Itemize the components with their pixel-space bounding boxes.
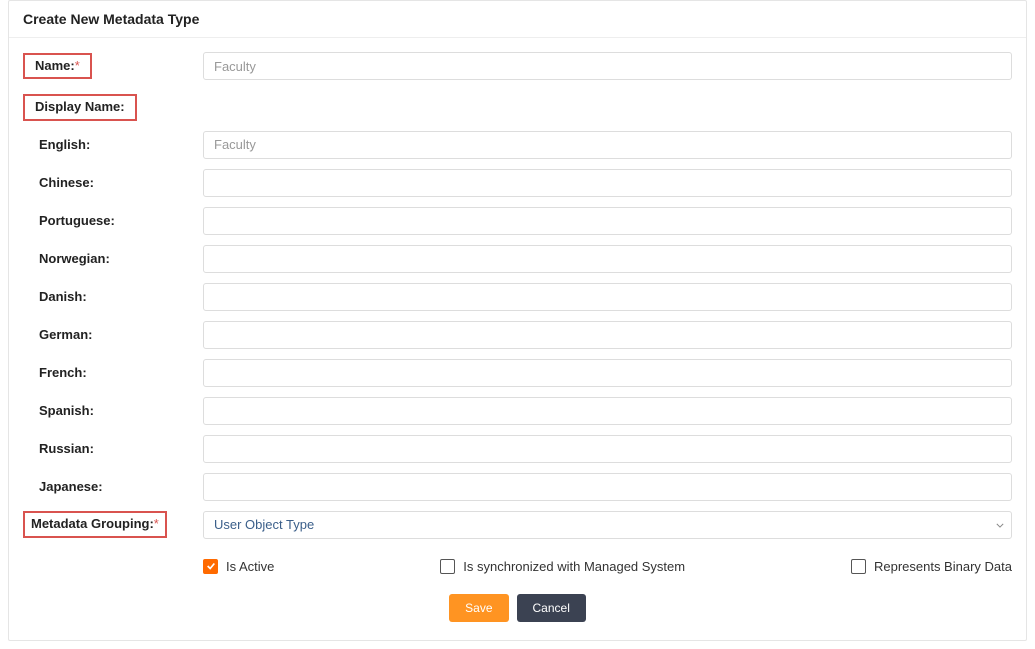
required-asterisk: *: [154, 516, 159, 531]
panel-title: Create New Metadata Type: [9, 1, 1026, 38]
row-display-name-lang: Russian:: [23, 435, 1012, 463]
display-name-lang-label: Chinese:: [39, 175, 94, 190]
display-name-lang-input[interactable]: [203, 169, 1012, 197]
display-name-lang-label: French:: [39, 365, 87, 380]
checkbox-binary-data-wrap: Represents Binary Data: [851, 559, 1012, 574]
display-name-lang-label: German:: [39, 327, 92, 342]
checkbox-is-sync-label: Is synchronized with Managed System: [463, 559, 685, 574]
display-name-lang-input[interactable]: [203, 207, 1012, 235]
display-name-lang-label: Norwegian:: [39, 251, 110, 266]
checkbox-is-active-label: Is Active: [226, 559, 274, 574]
required-asterisk: *: [75, 58, 80, 73]
row-display-name-header: Display Name:: [23, 94, 1012, 121]
button-row: Save Cancel: [23, 594, 1012, 622]
label-display-name-highlight: Display Name:: [23, 94, 137, 121]
display-name-lang-input[interactable]: [203, 359, 1012, 387]
display-name-language-rows: English: Chinese: Portuguese: Norwegian: Dan…: [23, 131, 1012, 501]
check-icon: [206, 561, 216, 571]
checkbox-binary-data[interactable]: [851, 559, 866, 574]
display-name-lang-input[interactable]: [203, 283, 1012, 311]
row-display-name-lang: Danish:: [23, 283, 1012, 311]
display-name-lang-input[interactable]: [203, 245, 1012, 273]
checkbox-is-active-wrap: Is Active: [203, 559, 274, 574]
label-metadata-grouping-highlight: Metadata Grouping:*: [23, 511, 167, 538]
label-name: Name:: [35, 58, 75, 75]
name-input[interactable]: [203, 52, 1012, 80]
row-display-name-lang: Japanese:: [23, 473, 1012, 501]
label-name-highlight: Name:*: [23, 53, 92, 80]
display-name-lang-label: Russian:: [39, 441, 94, 456]
display-name-lang-input[interactable]: [203, 131, 1012, 159]
create-metadata-panel: Create New Metadata Type Name:* Display …: [8, 0, 1027, 641]
display-name-lang-label: Spanish:: [39, 403, 94, 418]
row-metadata-grouping: Metadata Grouping:* User Object Type: [23, 511, 1012, 539]
display-name-lang-label: Portuguese:: [39, 213, 115, 228]
display-name-lang-input[interactable]: [203, 473, 1012, 501]
row-name: Name:*: [23, 52, 1012, 80]
metadata-grouping-select[interactable]: User Object Type: [203, 511, 1012, 539]
row-checkboxes: Is Active Is synchronized with Managed S…: [23, 549, 1012, 574]
display-name-lang-input[interactable]: [203, 321, 1012, 349]
checkbox-row: Is Active Is synchronized with Managed S…: [203, 549, 1012, 574]
row-display-name-lang: German:: [23, 321, 1012, 349]
checkbox-binary-data-label: Represents Binary Data: [874, 559, 1012, 574]
checkbox-is-sync[interactable]: [440, 559, 455, 574]
row-display-name-lang: Chinese:: [23, 169, 1012, 197]
row-display-name-lang: Spanish:: [23, 397, 1012, 425]
checkbox-is-sync-wrap: Is synchronized with Managed System: [440, 559, 685, 574]
cancel-button[interactable]: Cancel: [517, 594, 586, 622]
row-display-name-lang: French:: [23, 359, 1012, 387]
row-display-name-lang: Norwegian:: [23, 245, 1012, 273]
label-metadata-grouping: Metadata Grouping:: [31, 516, 154, 533]
display-name-lang-label: Japanese:: [39, 479, 103, 494]
display-name-lang-input[interactable]: [203, 397, 1012, 425]
panel-body: Name:* Display Name: English:Chinese:Por…: [9, 38, 1026, 640]
row-display-name-lang: Portuguese:: [23, 207, 1012, 235]
label-display-name: Display Name:: [35, 99, 125, 116]
save-button[interactable]: Save: [449, 594, 508, 622]
metadata-grouping-selected: User Object Type: [203, 511, 1012, 539]
display-name-lang-input[interactable]: [203, 435, 1012, 463]
checkbox-is-active[interactable]: [203, 559, 218, 574]
display-name-lang-label: English:: [39, 137, 90, 152]
display-name-lang-label: Danish:: [39, 289, 87, 304]
row-display-name-lang: English:: [23, 131, 1012, 159]
